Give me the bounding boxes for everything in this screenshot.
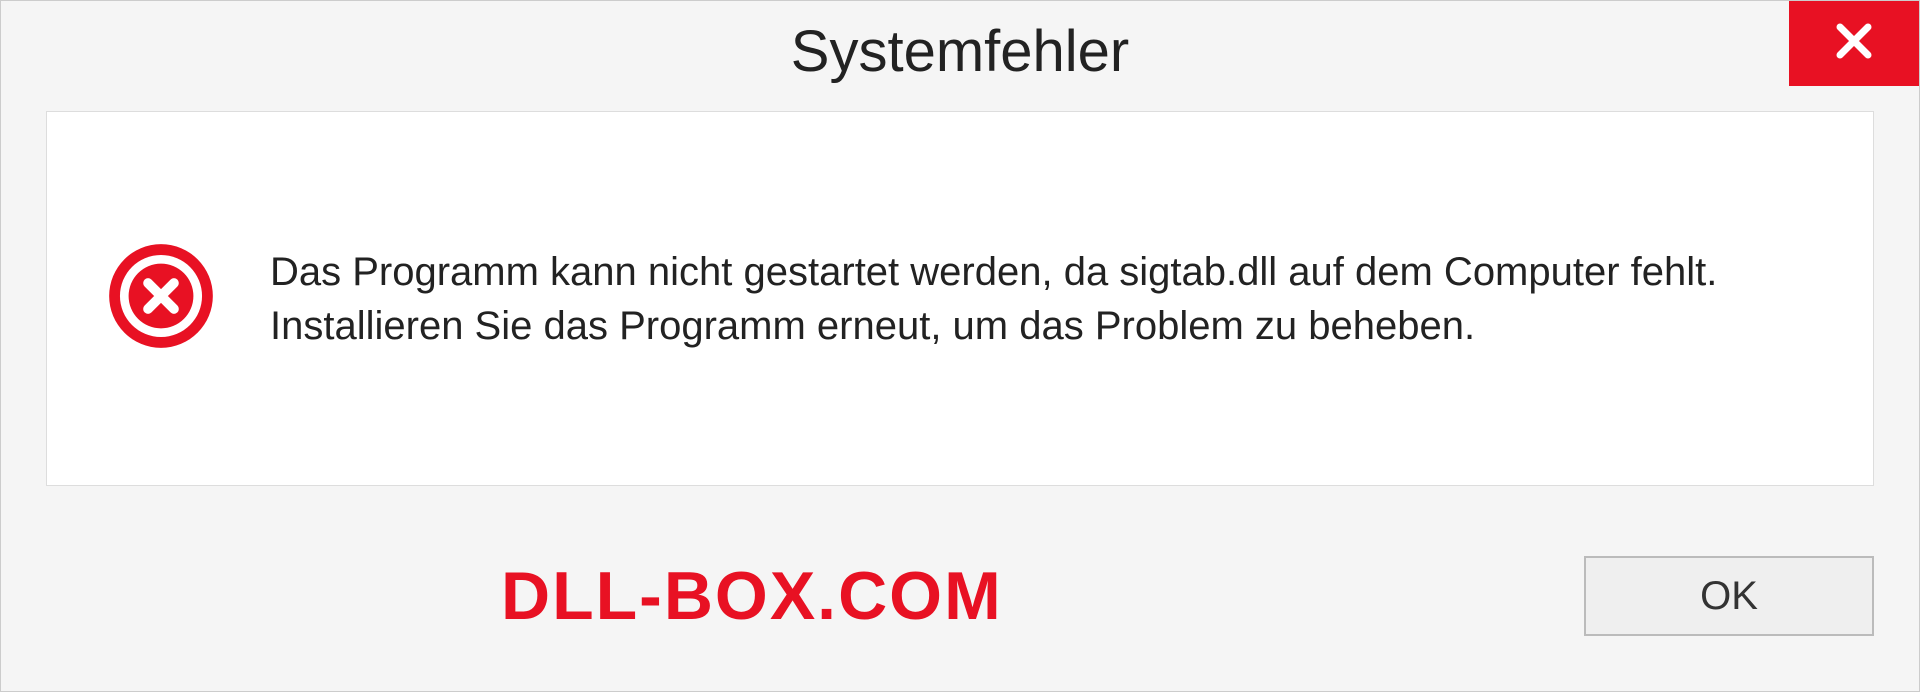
close-icon xyxy=(1830,17,1878,70)
error-icon xyxy=(107,242,215,355)
content-panel: Das Programm kann nicht gestartet werden… xyxy=(46,111,1874,486)
dialog-footer: DLL-BOX.COM OK xyxy=(1,501,1919,691)
watermark-text: DLL-BOX.COM xyxy=(1,557,1003,635)
error-message: Das Programm kann nicht gestartet werden… xyxy=(270,245,1813,353)
titlebar: Systemfehler xyxy=(1,1,1919,101)
ok-button[interactable]: OK xyxy=(1584,556,1874,636)
close-button[interactable] xyxy=(1789,1,1919,86)
error-dialog: Systemfehler Das Programm kann nicht ges… xyxy=(0,0,1920,692)
dialog-title: Systemfehler xyxy=(791,18,1129,85)
